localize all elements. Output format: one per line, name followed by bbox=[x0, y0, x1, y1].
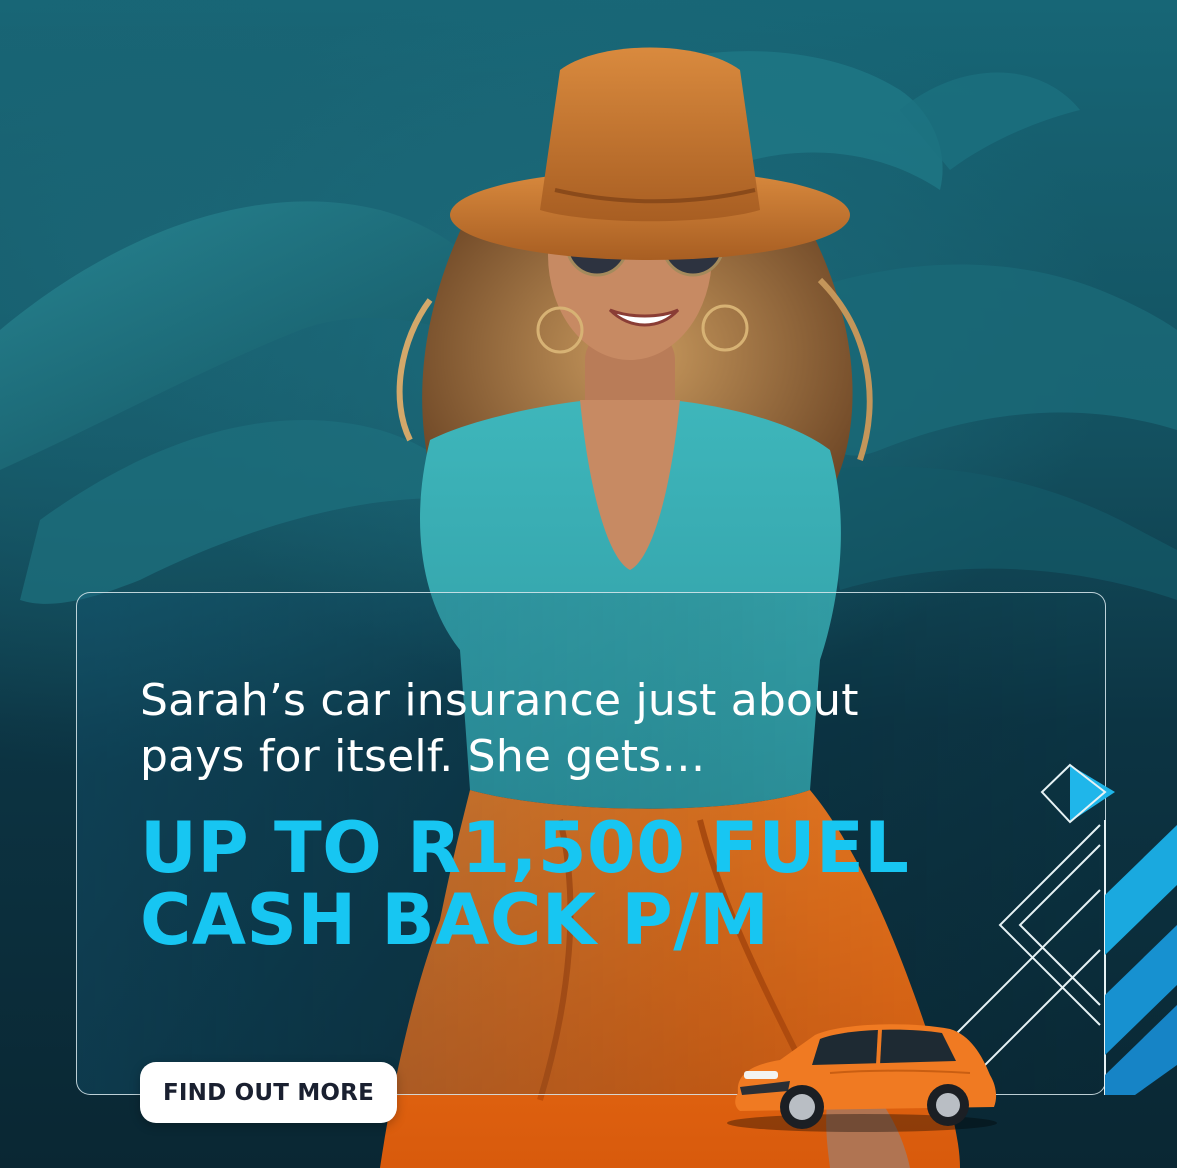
lead-text: Sarah’s car insurance just about pays fo… bbox=[140, 675, 859, 782]
find-out-more-button[interactable]: FIND OUT MORE bbox=[140, 1062, 397, 1123]
ad-banner: Sarah’s car insurance just about pays fo… bbox=[0, 0, 1177, 1168]
headline: UP TO R1,500 FUEL CASH BACK P/M bbox=[140, 807, 910, 961]
orange-hatchback-car-icon bbox=[720, 1015, 1005, 1135]
